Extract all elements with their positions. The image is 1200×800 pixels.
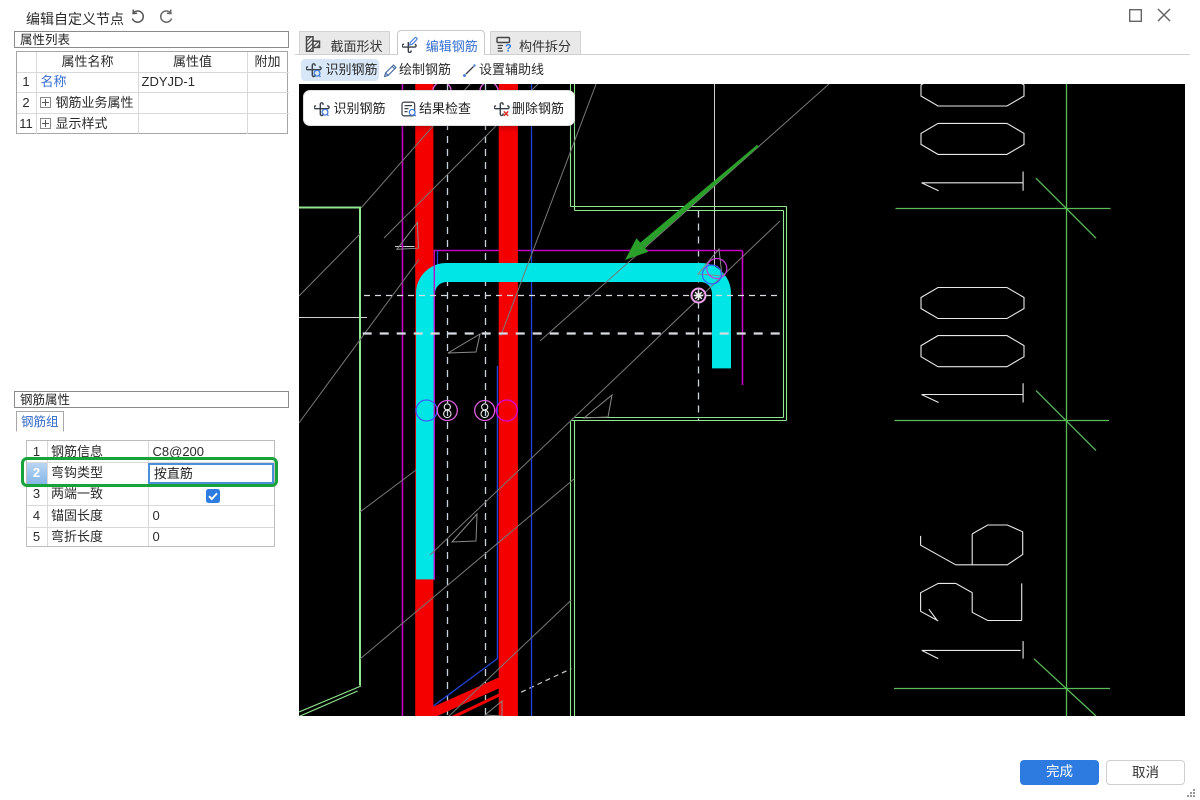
- svg-text:?: ?: [505, 42, 512, 52]
